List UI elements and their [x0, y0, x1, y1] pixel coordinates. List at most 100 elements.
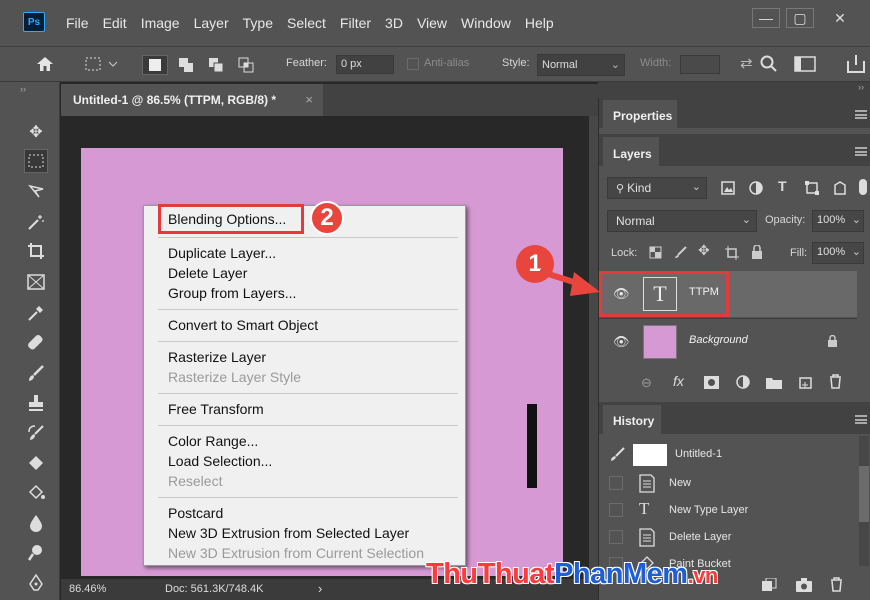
marquee-preset-icon[interactable]	[85, 57, 121, 73]
delete-layer-icon[interactable]	[829, 374, 842, 389]
clone-stamp-tool-icon[interactable]	[24, 391, 48, 415]
type-filter-icon[interactable]: T	[778, 178, 787, 194]
canvas-scrollbar[interactable]	[589, 116, 598, 576]
history-brush-source-icon[interactable]	[609, 447, 625, 463]
history-snapshot[interactable]: Untitled-1	[599, 440, 857, 470]
history-brush-tool-icon[interactable]	[24, 421, 48, 445]
document-tab[interactable]: Untitled-1 @ 86.5% (TTPM, RGB/8) * ×	[61, 84, 323, 116]
fill-input[interactable]: 100% ⌄	[812, 242, 864, 264]
link-layers-icon[interactable]: ⊖	[641, 375, 652, 391]
menu-type[interactable]: Type	[243, 15, 273, 31]
delete-state-icon[interactable]	[830, 577, 843, 592]
menu-item-color-range[interactable]: Color Range...	[168, 433, 258, 449]
history-state-new-type-layer[interactable]: T New Type Layer	[599, 497, 857, 524]
add-selection-icon[interactable]	[178, 57, 194, 73]
history-scrollbar[interactable]	[859, 436, 869, 566]
search-icon[interactable]	[760, 55, 778, 73]
menu-3d[interactable]: 3D	[385, 15, 403, 31]
history-brush-checkbox[interactable]	[609, 530, 623, 544]
status-menu-arrow-icon[interactable]: ›	[318, 581, 322, 596]
menu-view[interactable]: View	[417, 15, 447, 31]
menu-item-load-selection[interactable]: Load Selection...	[168, 453, 272, 469]
close-tab-icon[interactable]: ×	[305, 92, 313, 107]
layer-name[interactable]: Background	[689, 334, 748, 346]
new-group-icon[interactable]	[766, 376, 782, 389]
history-brush-checkbox[interactable]	[609, 476, 623, 490]
opacity-input[interactable]: 100% ⌄	[812, 210, 864, 232]
collapse-arrows-icon[interactable]: ››	[858, 82, 864, 92]
history-menu-icon[interactable]	[855, 415, 867, 424]
filter-toggle-switch[interactable]	[859, 179, 867, 195]
frame-tool-icon[interactable]	[24, 270, 48, 294]
minimize-button[interactable]: —	[752, 8, 780, 28]
history-scroll-thumb[interactable]	[859, 466, 869, 522]
menu-image[interactable]: Image	[141, 15, 180, 31]
history-state-new[interactable]: New	[599, 470, 857, 497]
lock-position-icon[interactable]: ✥	[698, 242, 710, 259]
layer-filter-kind[interactable]: ⚲ Kind ⌄	[607, 177, 707, 199]
menu-file[interactable]: File	[66, 15, 89, 31]
layer-row-background[interactable]: 👁 Background	[599, 318, 857, 364]
menu-filter[interactable]: Filter	[340, 15, 371, 31]
intersect-selection-icon[interactable]	[238, 57, 254, 73]
eyedropper-tool-icon[interactable]	[24, 301, 48, 325]
lock-all-icon[interactable]	[751, 245, 763, 259]
menu-window[interactable]: Window	[461, 15, 511, 31]
move-tool-icon[interactable]: ✥	[24, 120, 48, 144]
blur-tool-icon[interactable]	[24, 511, 48, 535]
arrange-documents-icon[interactable]	[794, 56, 816, 72]
visibility-eye-icon[interactable]: 👁	[613, 334, 630, 350]
menu-item-convert-smart-object[interactable]: Convert to Smart Object	[168, 317, 318, 333]
shape-filter-icon[interactable]	[805, 181, 819, 195]
close-window-button[interactable]: ✕	[820, 8, 860, 28]
new-selection-button[interactable]	[142, 55, 168, 75]
healing-brush-tool-icon[interactable]	[24, 331, 48, 355]
menu-item-free-transform[interactable]: Free Transform	[168, 401, 264, 417]
new-layer-icon[interactable]	[799, 375, 812, 389]
lock-transparent-pixels-icon[interactable]	[649, 246, 662, 259]
adjustment-filter-icon[interactable]	[749, 181, 763, 195]
lock-artboard-icon[interactable]	[725, 246, 739, 260]
camera-snapshot-icon[interactable]	[796, 578, 812, 592]
swap-icon[interactable]: ⇄	[740, 54, 753, 72]
home-icon[interactable]	[36, 56, 54, 72]
properties-tab[interactable]: Properties	[603, 100, 677, 128]
layers-menu-icon[interactable]	[855, 147, 867, 156]
menu-item-duplicate-layer[interactable]: Duplicate Layer...	[168, 245, 276, 261]
adjustment-layer-icon[interactable]	[736, 375, 750, 389]
eraser-tool-icon[interactable]	[24, 451, 48, 475]
menu-item-group-from-layers[interactable]: Group from Layers...	[168, 285, 296, 301]
menu-item-3d-extrusion-selected-layer[interactable]: New 3D Extrusion from Selected Layer	[168, 525, 409, 541]
menu-edit[interactable]: Edit	[103, 15, 127, 31]
layers-tab[interactable]: Layers	[603, 137, 659, 166]
history-tab[interactable]: History	[603, 405, 661, 434]
history-state-delete-layer[interactable]: Delete Layer	[599, 524, 857, 551]
antialias-checkbox[interactable]	[407, 58, 419, 70]
history-brush-checkbox[interactable]	[609, 503, 623, 517]
add-mask-icon[interactable]	[704, 376, 719, 389]
menu-help[interactable]: Help	[525, 15, 554, 31]
crop-tool-icon[interactable]	[24, 239, 48, 263]
layer-style-fx-icon[interactable]: fx	[673, 373, 684, 389]
menu-item-rasterize-layer[interactable]: Rasterize Layer	[168, 349, 266, 365]
menu-select[interactable]: Select	[287, 15, 326, 31]
subtract-selection-icon[interactable]	[208, 57, 224, 73]
share-icon[interactable]	[845, 53, 867, 75]
brush-tool-icon[interactable]	[24, 361, 48, 385]
lock-image-pixels-icon[interactable]	[674, 246, 687, 259]
smart-object-filter-icon[interactable]	[833, 181, 847, 195]
width-input[interactable]	[680, 55, 720, 74]
collapse-arrows-icon[interactable]: ››	[20, 84, 26, 94]
style-select[interactable]: Normal ⌄	[537, 54, 625, 76]
dodge-tool-icon[interactable]	[24, 541, 48, 565]
menu-layer[interactable]: Layer	[194, 15, 229, 31]
marquee-tool-icon[interactable]	[24, 149, 48, 173]
restore-button[interactable]: ▢	[786, 8, 814, 28]
pen-tool-icon[interactable]	[24, 571, 48, 595]
magic-wand-tool-icon[interactable]	[24, 210, 48, 234]
pixel-filter-icon[interactable]	[721, 181, 735, 195]
new-document-from-state-icon[interactable]	[761, 578, 777, 592]
paint-bucket-tool-icon[interactable]	[24, 481, 48, 505]
feather-input[interactable]: 0 px	[336, 55, 394, 74]
menu-item-postcard[interactable]: Postcard	[168, 505, 223, 521]
